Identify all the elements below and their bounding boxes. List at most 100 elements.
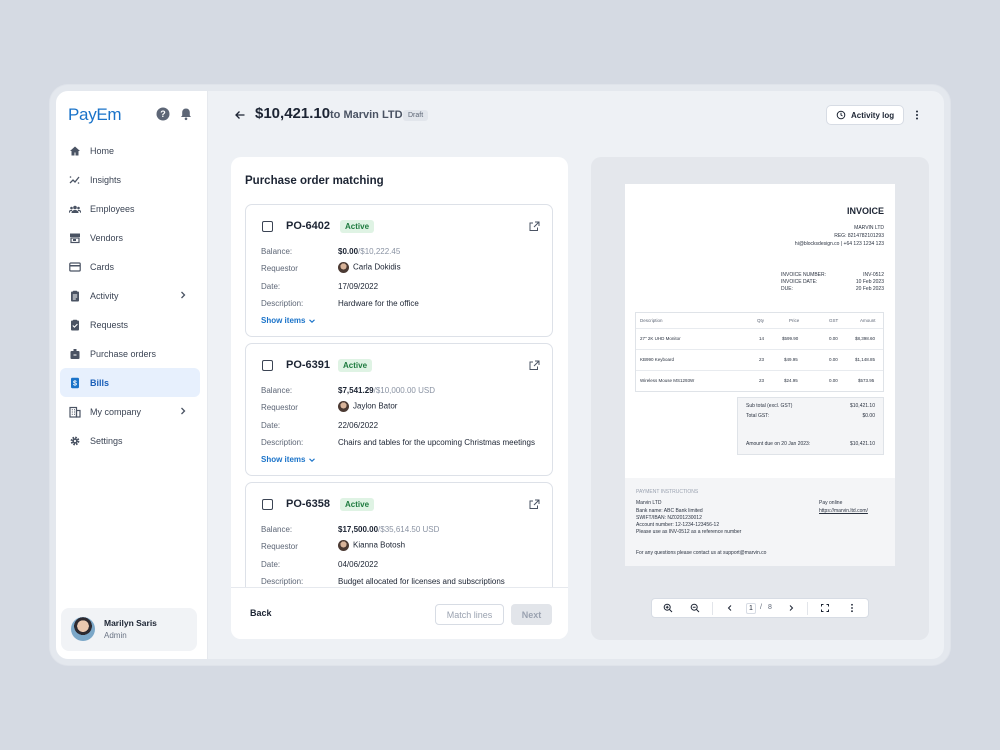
- requestor-value: Jaylon Bator: [338, 401, 397, 412]
- clipboard-icon: [71, 290, 79, 301]
- gst-value: $0.00: [862, 413, 875, 419]
- description-label: Description:: [261, 438, 304, 447]
- date-value: 22/06/2022: [338, 421, 379, 430]
- zoom-in-icon[interactable]: [663, 603, 673, 613]
- requestor-label: Requestor: [261, 542, 298, 551]
- sidebar-item-purchase-orders[interactable]: Purchase orders: [60, 339, 200, 368]
- bell-icon[interactable]: [179, 107, 193, 121]
- insights-icon: [69, 175, 80, 184]
- chevron-right-icon: [181, 291, 186, 299]
- gear-icon: [70, 436, 80, 445]
- requestor-label: Requestor: [261, 264, 298, 273]
- help-icon[interactable]: ?: [156, 107, 170, 121]
- meta-label: DUE:: [781, 286, 793, 292]
- sidebar-item-bills[interactable]: $ Bills: [60, 368, 200, 397]
- payment-line: SWIFT/IBAN: NZ0201230012: [636, 515, 702, 521]
- sidebar-item-insights[interactable]: Insights: [60, 165, 200, 194]
- sidebar-item-label: Cards: [90, 261, 115, 272]
- invoice-line-table: Description Qty Price GST Amount 27" 2K …: [635, 312, 884, 392]
- description-value: Hardware for the office: [338, 299, 419, 308]
- external-link-icon[interactable]: [529, 499, 540, 510]
- external-link-icon[interactable]: [529, 360, 540, 371]
- balance-label: Balance:: [261, 525, 293, 534]
- sidebar-item-label: Bills: [90, 377, 110, 388]
- panel-footer: Back Match lines Next: [231, 587, 568, 639]
- chevron-down-icon: [308, 458, 315, 462]
- chevron-right-icon[interactable]: [786, 603, 796, 613]
- svg-text:?: ?: [160, 109, 166, 119]
- po-number: PO-6391: [286, 359, 331, 371]
- payment-line: Marvin LTD: [636, 500, 662, 506]
- back-arrow-icon[interactable]: [234, 109, 246, 121]
- table-row: Wireless Mouse MS1293W 23 $24.95 0.00 $5…: [636, 370, 883, 391]
- invoice-reg: REG: 8214782101293: [834, 233, 884, 239]
- table-header: Description Qty Price GST Amount: [640, 318, 876, 323]
- back-button[interactable]: Back: [250, 608, 272, 618]
- po-card: PO-6391 Active Balance: $7,541.29/$10,00…: [245, 343, 553, 476]
- date-value: 04/06/2022: [338, 560, 379, 569]
- questions-line: For any questions please contact us at s…: [636, 550, 767, 556]
- fullscreen-icon[interactable]: [820, 603, 830, 613]
- gst-label: Total GST:: [746, 413, 770, 419]
- sidebar-item-cards[interactable]: Cards: [60, 252, 200, 281]
- show-items-link[interactable]: Show items: [261, 455, 316, 464]
- activity-log-button[interactable]: Activity log: [826, 105, 904, 125]
- sidebar-item-vendors[interactable]: Vendors: [60, 223, 200, 252]
- requestor-value: Kianna Botosh: [338, 540, 405, 551]
- sidebar-item-my-company[interactable]: My company: [60, 397, 200, 426]
- sidebar-item-home[interactable]: Home: [60, 136, 200, 165]
- date-label: Date:: [261, 282, 281, 291]
- payment-instructions: PAYMENT INSTRUCTIONS Marvin LTD Bank nam…: [625, 478, 895, 566]
- pay-online-label: Pay online: [819, 500, 843, 506]
- po-checkbox[interactable]: [262, 499, 273, 510]
- description-value: Chairs and tables for the upcoming Chris…: [338, 438, 535, 447]
- card-icon: [69, 261, 81, 272]
- amount-due-value: $10,421.10: [849, 441, 875, 447]
- meta-label: INVOICE NUMBER:: [781, 272, 827, 278]
- match-lines-button[interactable]: Match lines: [435, 604, 504, 625]
- po-checkbox[interactable]: [262, 360, 273, 371]
- chevron-left-icon[interactable]: [725, 603, 735, 613]
- po-list[interactable]: PO-6402 Active Balance: $0.00/$10,222.45…: [245, 204, 553, 587]
- page-number-input[interactable]: 1: [746, 603, 756, 614]
- employees-icon: [69, 205, 81, 213]
- sidebar-item-employees[interactable]: Employees: [60, 194, 200, 223]
- more-options-icon[interactable]: [847, 603, 857, 613]
- payment-line: Please use as INV-0512 as a reference nu…: [636, 529, 742, 535]
- store-icon: [70, 233, 80, 243]
- zoom-out-icon[interactable]: [690, 603, 700, 613]
- sidebar-item-activity[interactable]: Activity: [60, 281, 200, 310]
- sidebar-item-requests[interactable]: Requests: [60, 310, 200, 339]
- sidebar-item-label: Home: [90, 145, 115, 156]
- show-items-link[interactable]: Show items: [261, 316, 316, 325]
- external-link-icon[interactable]: [529, 221, 540, 232]
- sidebar-item-settings[interactable]: Settings: [60, 426, 200, 455]
- sidebar-item-label: Activity: [90, 290, 119, 301]
- requestor-value: Carla Dokidis: [338, 262, 401, 273]
- description-label: Description:: [261, 577, 304, 586]
- user-card[interactable]: Marilyn Saris Admin: [61, 608, 197, 651]
- invoice-totals: Sub total (excl. GST) $10,421.10 Total G…: [737, 397, 884, 455]
- subtotal-value: $10,421.10: [849, 403, 875, 409]
- user-name: Marilyn Saris: [104, 618, 157, 628]
- description-value: Budget allocated for licenses and subscr…: [338, 577, 505, 586]
- more-options-icon[interactable]: [912, 110, 922, 120]
- po-checkbox[interactable]: [262, 221, 273, 232]
- invoice-preview-panel: INVOICE MARVIN LTD REG: 8214782101293 hi…: [591, 157, 929, 640]
- chevron-right-icon: [181, 407, 186, 415]
- balance-value: $7,541.29/$10,000.00 USD: [338, 386, 435, 395]
- logo[interactable]: PayEm: [68, 105, 122, 125]
- chevron-down-icon: [308, 319, 315, 323]
- sidebar-nav: Home Insights Employees Vendors Cards Ac…: [60, 136, 200, 455]
- date-value: 17/09/2022: [338, 282, 379, 291]
- avatar: [71, 617, 95, 641]
- payment-line: Account number: 12-1234-123456-12: [636, 522, 720, 528]
- toolbar-divider: [807, 602, 808, 615]
- next-button[interactable]: Next: [511, 604, 552, 625]
- sidebar-item-label: Requests: [90, 319, 129, 330]
- invoice-title: INVOICE: [846, 206, 884, 216]
- meta-value: 20 Feb 2023: [855, 286, 884, 292]
- payment-heading: PAYMENT INSTRUCTIONS: [636, 489, 699, 495]
- pay-online-link[interactable]: https://marvin.ltd.com/: [819, 508, 868, 515]
- po-card: PO-6402 Active Balance: $0.00/$10,222.45…: [245, 204, 553, 337]
